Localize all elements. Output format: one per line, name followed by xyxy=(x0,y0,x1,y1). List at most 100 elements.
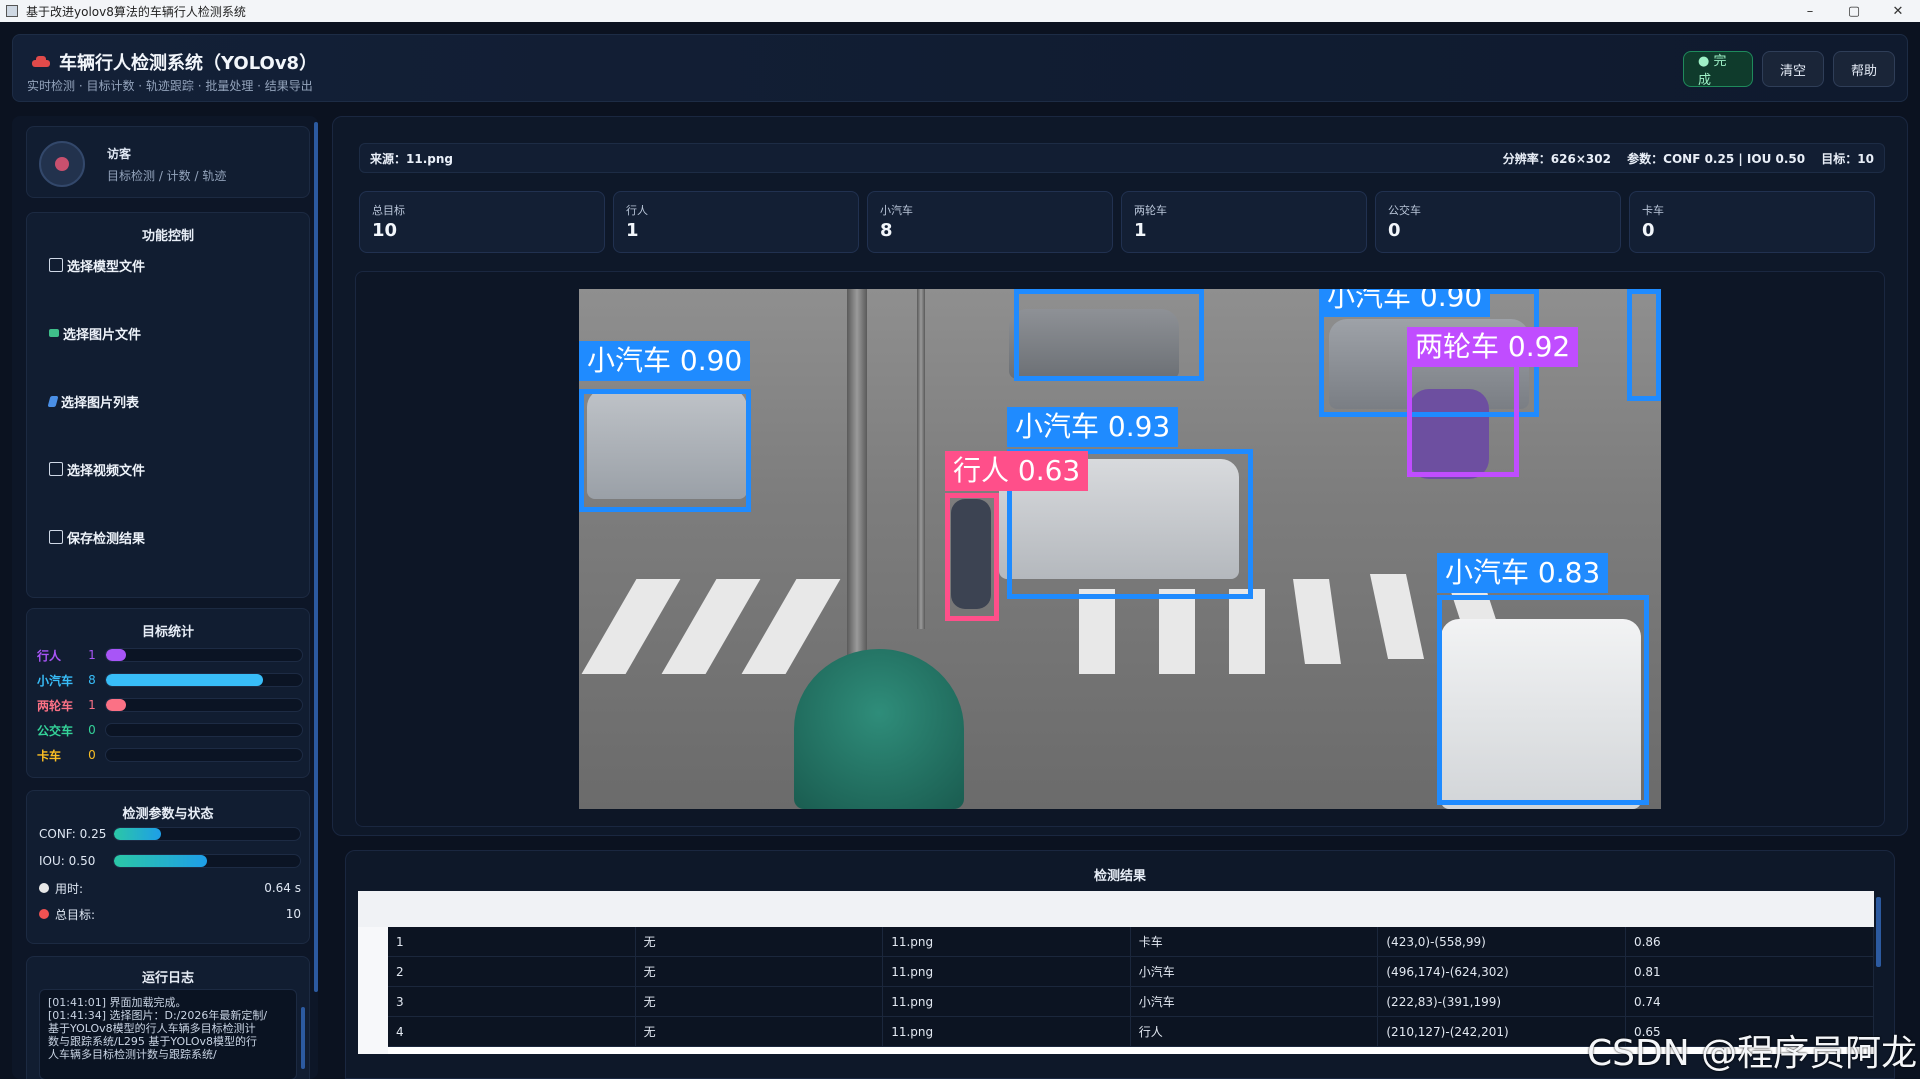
conf-slider[interactable] xyxy=(113,827,301,841)
log-line: [01:41:01] 界面加载完成。 xyxy=(48,996,187,1009)
table-row[interactable]: 3 无 11.png 小汽车 (222,83)-(391,199) 0.74 xyxy=(388,987,1874,1017)
metric-value: 1 xyxy=(1134,220,1147,241)
app-header: 车辆行人检测系统（YOLOv8） 实时检测 · 目标计数 · 轨迹跟踪 · 批量… xyxy=(12,34,1908,102)
detection-label: 行人 0.63 xyxy=(945,451,1089,491)
crosswalk-stripe xyxy=(661,579,761,674)
metric-label: 小汽车 xyxy=(880,204,913,217)
select-image-list-button[interactable]: 选择图片列表 xyxy=(47,389,140,413)
metric-two-wheeler: 两轮车 1 xyxy=(1121,191,1367,253)
results-table-header xyxy=(358,891,1874,927)
cell-track: 无 xyxy=(636,987,884,1016)
detection-box-pedestrian[interactable] xyxy=(945,493,999,621)
metric-car: 小汽车 8 xyxy=(867,191,1113,253)
user-role: 目标检测 / 计数 / 轨迹 xyxy=(107,169,227,183)
cell-class: 行人 xyxy=(1131,1017,1379,1046)
stat-row-truck: 卡车 0 xyxy=(37,747,303,763)
function-control-title: 功能控制 xyxy=(141,229,194,244)
stat-label: 两轮车 xyxy=(37,698,74,713)
stat-row-two-wheeler: 两轮车 1 xyxy=(37,697,303,713)
run-log-title: 运行日志 xyxy=(141,971,194,986)
app-title: 车辆行人检测系统（YOLOv8） xyxy=(59,53,318,74)
cell-file: 11.png xyxy=(883,927,1131,956)
log-scrollbar[interactable] xyxy=(301,1007,305,1069)
help-button[interactable]: 帮助 xyxy=(1833,51,1895,87)
watermark: CSDN @程序员阿龙 xyxy=(1587,1033,1918,1074)
minimize-button[interactable]: – xyxy=(1788,0,1832,22)
detection-label: 小汽车 0.93 xyxy=(1007,407,1179,447)
function-control-card: 功能控制 选择模型文件 选择图片文件 选择图片列表 选择视频文件 保存检测结果 xyxy=(26,212,310,598)
select-model-button[interactable]: 选择模型文件 xyxy=(49,253,145,277)
select-model-label: 选择模型文件 xyxy=(67,259,146,275)
user-name: 访客 xyxy=(107,147,132,161)
params-status-card: 检测参数与状态 CONF: 0.25 IOU: 0.50 用时: 0.64 s … xyxy=(26,790,310,944)
maximize-button[interactable]: ▢ xyxy=(1832,0,1876,22)
iou-slider[interactable] xyxy=(113,854,301,868)
user-card: 访客 目标检测 / 计数 / 轨迹 xyxy=(26,126,310,198)
folder-icon xyxy=(47,395,59,407)
conf-slider-fill xyxy=(114,828,161,840)
crosswalk-stripe xyxy=(1369,574,1425,659)
run-log-text[interactable]: [01:41:01] 界面加载完成。 [01:41:34] 选择图片：D:/20… xyxy=(39,989,297,1079)
cell-index: 4 xyxy=(388,1017,636,1046)
cell-class: 卡车 xyxy=(1131,927,1379,956)
cell-confidence: 0.86 xyxy=(1626,927,1874,956)
app-window-icon xyxy=(6,5,18,17)
detection-label: 两轮车 0.92 xyxy=(1407,327,1579,367)
table-row[interactable]: 1 无 11.png 卡车 (423,0)-(558,99) 0.86 xyxy=(388,927,1874,957)
table-row[interactable]: 2 无 11.png 小汽车 (496,174)-(624,302) 0.81 xyxy=(388,957,1874,987)
log-line: 数与跟踪系统/L295 基于YOLOv8模型的行 xyxy=(48,1035,258,1048)
total-targets-label: 总目标: xyxy=(55,907,96,922)
model-icon xyxy=(49,258,63,272)
metric-value: 8 xyxy=(880,220,893,241)
target-icon xyxy=(39,909,49,919)
stat-label: 行人 xyxy=(37,648,62,663)
target-stats-card: 目标统计 行人 1 小汽车 8 两轮车 1 公交车 0 卡车 0 xyxy=(26,608,310,778)
metric-bus: 公交车 0 xyxy=(1375,191,1621,253)
stat-bar-track xyxy=(105,648,303,662)
detection-box-car[interactable] xyxy=(579,389,751,512)
stat-row-pedestrian: 行人 1 xyxy=(37,647,303,663)
total-targets-row: 总目标: 10 xyxy=(39,905,301,923)
results-scrollbar[interactable] xyxy=(1876,897,1881,967)
detection-label: 小汽车 0.90 xyxy=(579,341,751,381)
log-line: 基于YOLOv8模型的行人车辆多目标检测计 xyxy=(48,1022,256,1035)
conf-label: CONF: 0.25 xyxy=(39,827,107,841)
done-status-button[interactable]: ● 完成 xyxy=(1683,51,1753,88)
image-icon xyxy=(49,329,59,337)
crosswalk-stripe xyxy=(1159,589,1195,674)
stat-bar-fill xyxy=(106,649,126,661)
metric-pedestrian: 行人 1 xyxy=(613,191,859,253)
elapsed-time-row: 用时: 0.64 s xyxy=(39,879,301,897)
metric-label: 行人 xyxy=(626,204,648,217)
metric-value: 0 xyxy=(1388,220,1401,241)
window-titlebar: 基于改进yolov8算法的车辆行人检测系统 – ▢ ✕ xyxy=(0,0,1920,22)
select-image-list-label: 选择图片列表 xyxy=(61,395,140,411)
select-image-button[interactable]: 选择图片文件 xyxy=(49,321,141,345)
stat-bar-track xyxy=(105,673,303,687)
cell-index: 1 xyxy=(388,927,636,956)
stat-bar-track xyxy=(105,698,303,712)
save-results-button[interactable]: 保存检测结果 xyxy=(49,525,145,549)
cell-index: 3 xyxy=(388,987,636,1016)
crosswalk-stripe xyxy=(1293,579,1341,664)
stat-label: 小汽车 xyxy=(37,673,74,688)
metric-value: 10 xyxy=(372,220,398,241)
sidebar-scrollbar[interactable] xyxy=(314,122,318,992)
source-file: 来源：11.png xyxy=(370,151,453,166)
close-button[interactable]: ✕ xyxy=(1876,0,1920,22)
target-stats-title: 目标统计 xyxy=(141,625,194,640)
cell-track: 无 xyxy=(636,927,884,956)
detection-box-car[interactable] xyxy=(1627,289,1661,401)
timer-icon xyxy=(39,883,49,893)
stat-count: 0 xyxy=(88,748,96,762)
elapsed-time-value: 0.64 s xyxy=(264,881,301,895)
detection-box-two-wheeler[interactable] xyxy=(1407,357,1519,477)
stat-bar-track xyxy=(105,723,303,737)
detection-box-car[interactable] xyxy=(1014,289,1204,381)
select-video-button[interactable]: 选择视频文件 xyxy=(49,457,145,481)
clear-button[interactable]: 清空 xyxy=(1762,51,1824,87)
stat-label: 公交车 xyxy=(37,723,74,738)
detection-box-car[interactable] xyxy=(1437,595,1649,805)
info-bar: 来源：11.png 分辨率：626×302 参数：CONF 0.25 | IOU… xyxy=(359,143,1885,173)
stat-row-bus: 公交车 0 xyxy=(37,722,303,738)
